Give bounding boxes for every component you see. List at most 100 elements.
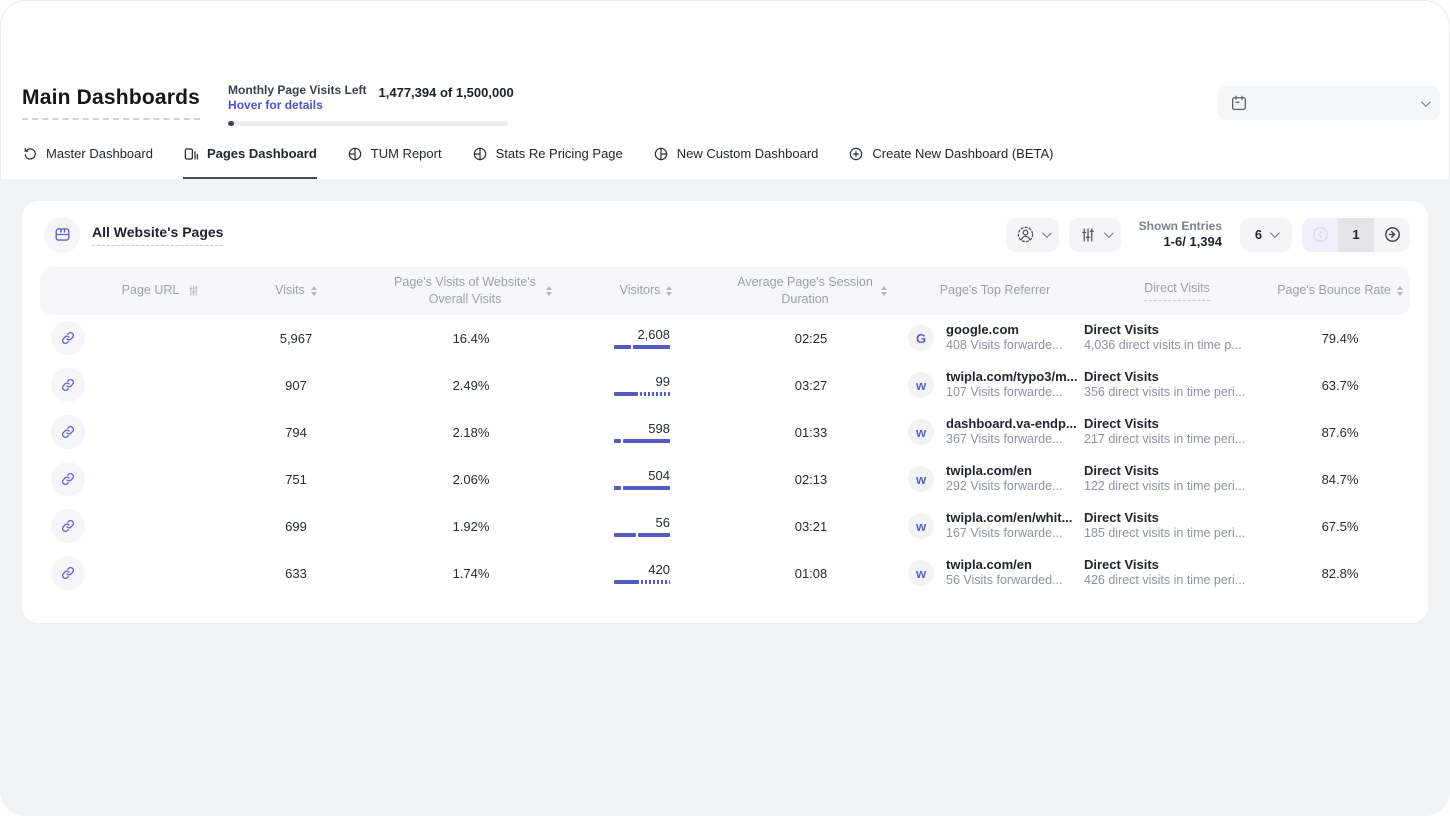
column-visitors[interactable]: Visitors — [576, 276, 716, 304]
page-link-button[interactable] — [51, 321, 85, 355]
referrer-favicon: G — [908, 325, 934, 351]
column-direct-visits[interactable]: Direct Visits — [1084, 274, 1270, 307]
tab-create-new-dashboard[interactable]: Create New Dashboard (BETA) — [848, 146, 1053, 179]
page-link-button[interactable] — [51, 368, 85, 402]
page-size-value: 6 — [1255, 227, 1262, 242]
visits-share-value: 16.4% — [366, 331, 576, 346]
tab-stats-re-pricing-page[interactable]: Stats Re Pricing Page — [472, 146, 623, 179]
link-icon — [60, 377, 76, 393]
arrow-left-circle-icon — [1311, 225, 1330, 244]
referrer-domain[interactable]: twipla.com/typo3/m... — [946, 369, 1077, 385]
page-link-button[interactable] — [51, 415, 85, 449]
table-row: 907 2.49% 99 03:27 w twipla.com/typo3/m.… — [40, 362, 1410, 409]
visitors-bar — [614, 392, 670, 396]
visitors-value: 56 — [576, 515, 670, 530]
visits-share-value: 1.92% — [366, 519, 576, 534]
filter-columns-icon[interactable] — [187, 284, 200, 297]
tab-tum-report[interactable]: TUM Report — [347, 146, 442, 179]
tab-pages-dashboard[interactable]: Pages Dashboard — [183, 146, 317, 179]
page-title[interactable]: Main Dashboards — [22, 86, 200, 120]
direct-visits-cell: Direct Visits 217 direct visits in time … — [1084, 416, 1270, 448]
content-area: All Website's Pages — [0, 179, 1450, 816]
visitors-cell: 598 — [576, 421, 716, 443]
quota-progress-fill — [228, 121, 234, 126]
card-title[interactable]: All Website's Pages — [92, 224, 223, 246]
referrer-favicon: w — [908, 560, 934, 586]
table-row: 5,967 16.4% 2,608 02:25 G google.com408 … — [40, 315, 1410, 362]
direct-visits-cell: Direct Visits 426 direct visits in time … — [1084, 557, 1270, 589]
link-icon — [60, 424, 76, 440]
pages-table-card: All Website's Pages — [22, 201, 1428, 623]
column-duration[interactable]: Average Page's Session Duration — [716, 268, 906, 313]
referrer-favicon: w — [908, 419, 934, 445]
bounce-rate-value: 84.7% — [1270, 472, 1410, 487]
referrer-domain[interactable]: dashboard.va-endp... — [946, 416, 1077, 432]
chevron-down-icon — [1104, 228, 1114, 238]
referrer-domain[interactable]: twipla.com/en — [946, 463, 1063, 479]
duration-value: 03:21 — [716, 519, 906, 534]
direct-detail: 4,036 direct visits in time p... — [1084, 338, 1270, 354]
next-page-button[interactable] — [1374, 218, 1410, 252]
column-bounce-rate[interactable]: Page's Bounce Rate — [1270, 276, 1410, 304]
tab-new-custom-dashboard[interactable]: New Custom Dashboard — [653, 146, 819, 179]
visitors-cell: 504 — [576, 468, 716, 490]
referrer-cell: w twipla.com/en/whit...167 Visits forwar… — [906, 510, 1084, 542]
table-grid-icon — [53, 225, 72, 244]
referrer-detail: 167 Visits forwarde... — [946, 526, 1072, 542]
current-page-indicator[interactable]: 1 — [1338, 218, 1374, 252]
tab-master-dashboard[interactable]: Master Dashboard — [22, 146, 153, 179]
referrer-detail: 408 Visits forwarde... — [946, 338, 1063, 354]
column-icon-spacer — [40, 285, 96, 297]
bounce-rate-value: 67.5% — [1270, 519, 1410, 534]
page-link-button[interactable] — [51, 462, 85, 496]
referrer-cell: w twipla.com/en56 Visits forwarded... — [906, 557, 1084, 589]
referrer-detail: 367 Visits forwarde... — [946, 432, 1077, 448]
page-link-button[interactable] — [51, 509, 85, 543]
link-icon — [60, 565, 76, 581]
referrer-cell: w dashboard.va-endp...367 Visits forward… — [906, 416, 1084, 448]
visitors-value: 99 — [576, 374, 670, 389]
bounce-rate-value: 87.6% — [1270, 425, 1410, 440]
referrer-domain[interactable]: twipla.com/en/whit... — [946, 510, 1072, 526]
duration-value: 01:08 — [716, 566, 906, 581]
chevron-down-icon — [1421, 97, 1431, 107]
visits-share-value: 2.49% — [366, 378, 576, 393]
visits-share-value: 2.06% — [366, 472, 576, 487]
page-link-button[interactable] — [51, 556, 85, 590]
pages-chart-icon — [183, 146, 199, 162]
direct-title: Direct Visits — [1084, 557, 1270, 573]
visits-value: 633 — [226, 566, 366, 581]
quota-progress-bar — [228, 121, 508, 126]
link-icon — [60, 518, 76, 534]
previous-page-button[interactable] — [1302, 218, 1338, 252]
visitors-bar — [614, 580, 670, 584]
visits-value: 751 — [226, 472, 366, 487]
page-size-select[interactable]: 6 — [1240, 218, 1292, 252]
visitors-value: 2,608 — [576, 327, 670, 342]
quota-details-link[interactable]: Hover for details — [228, 98, 366, 114]
dashboard-circle-icon — [472, 146, 488, 162]
direct-detail: 356 direct visits in time peri... — [1084, 385, 1270, 401]
column-visits[interactable]: Visits — [226, 276, 366, 304]
sliders-icon — [1079, 226, 1097, 244]
visitors-bar — [614, 345, 670, 349]
duration-value: 01:33 — [716, 425, 906, 440]
visitors-cell: 2,608 — [576, 327, 716, 349]
referrer-favicon: w — [908, 513, 934, 539]
table-row: 794 2.18% 598 01:33 w dashboard.va-endp.… — [40, 409, 1410, 456]
tab-label: New Custom Dashboard — [677, 146, 819, 161]
visitor-segment-button[interactable] — [1006, 218, 1059, 252]
column-visits-share[interactable]: Page's Visits of Website's Overall Visit… — [366, 268, 576, 313]
date-range-picker[interactable] — [1218, 86, 1440, 120]
referrer-domain[interactable]: twipla.com/en — [946, 557, 1063, 573]
person-dashed-icon — [1016, 225, 1035, 244]
tab-label: Stats Re Pricing Page — [496, 146, 623, 161]
visits-value: 5,967 — [226, 331, 366, 346]
page-header: Main Dashboards Monthly Page Visits Left… — [0, 0, 1450, 126]
filter-settings-button[interactable] — [1069, 218, 1121, 252]
shown-entries-label: Shown Entries — [1139, 219, 1222, 234]
quota-usage: 1,477,394 of 1,500,000 — [379, 85, 514, 100]
referrer-domain[interactable]: google.com — [946, 322, 1063, 338]
table-row: 751 2.06% 504 02:13 w twipla.com/en292 V… — [40, 456, 1410, 503]
column-page-url: Page URL — [96, 276, 226, 304]
